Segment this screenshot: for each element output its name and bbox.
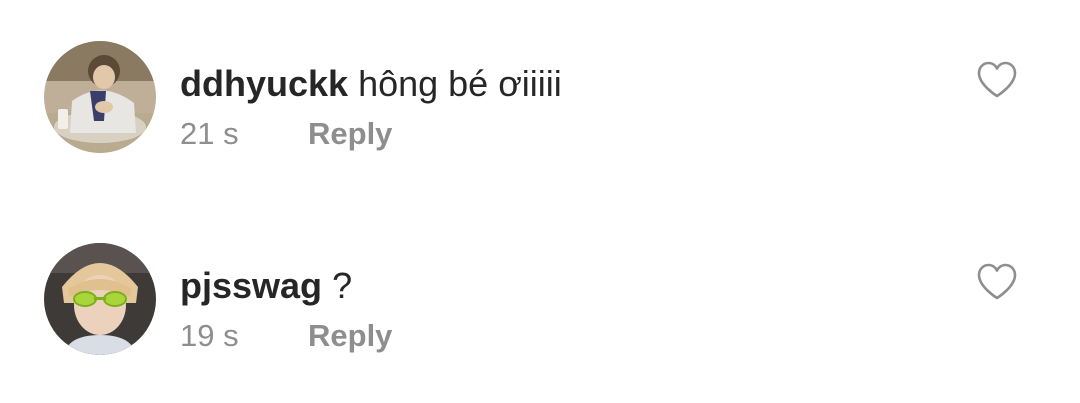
comment-text-line: ddhyuckk hông bé ơiiiii (180, 62, 562, 106)
timestamp: 21 s (180, 116, 239, 151)
comment-meta: 19 s Reply (180, 316, 392, 356)
comment-item: pjsswag ? 19 s Reply (0, 240, 1080, 370)
user-avatar-photo-icon (44, 243, 156, 355)
heart-outline-icon (977, 263, 1017, 300)
timestamp: 19 s (180, 318, 239, 353)
user-avatar-photo-icon (44, 41, 156, 153)
comment-item: ddhyuckk hông bé ơiiiii 21 s Reply (0, 38, 1080, 168)
comment-text: ? (332, 265, 353, 306)
like-button[interactable] (976, 262, 1018, 302)
heart-outline-icon (977, 61, 1017, 98)
avatar[interactable] (44, 243, 156, 355)
username-link[interactable]: pjsswag (180, 265, 322, 306)
comment-text: hông bé ơiiiii (358, 63, 562, 104)
like-button[interactable] (976, 60, 1018, 100)
comment-meta: 21 s Reply (180, 114, 392, 154)
reply-button[interactable]: Reply (308, 114, 392, 154)
username-link[interactable]: ddhyuckk (180, 63, 348, 104)
comment-text-line: pjsswag ? (180, 264, 352, 308)
reply-button[interactable]: Reply (308, 316, 392, 356)
avatar[interactable] (44, 41, 156, 153)
